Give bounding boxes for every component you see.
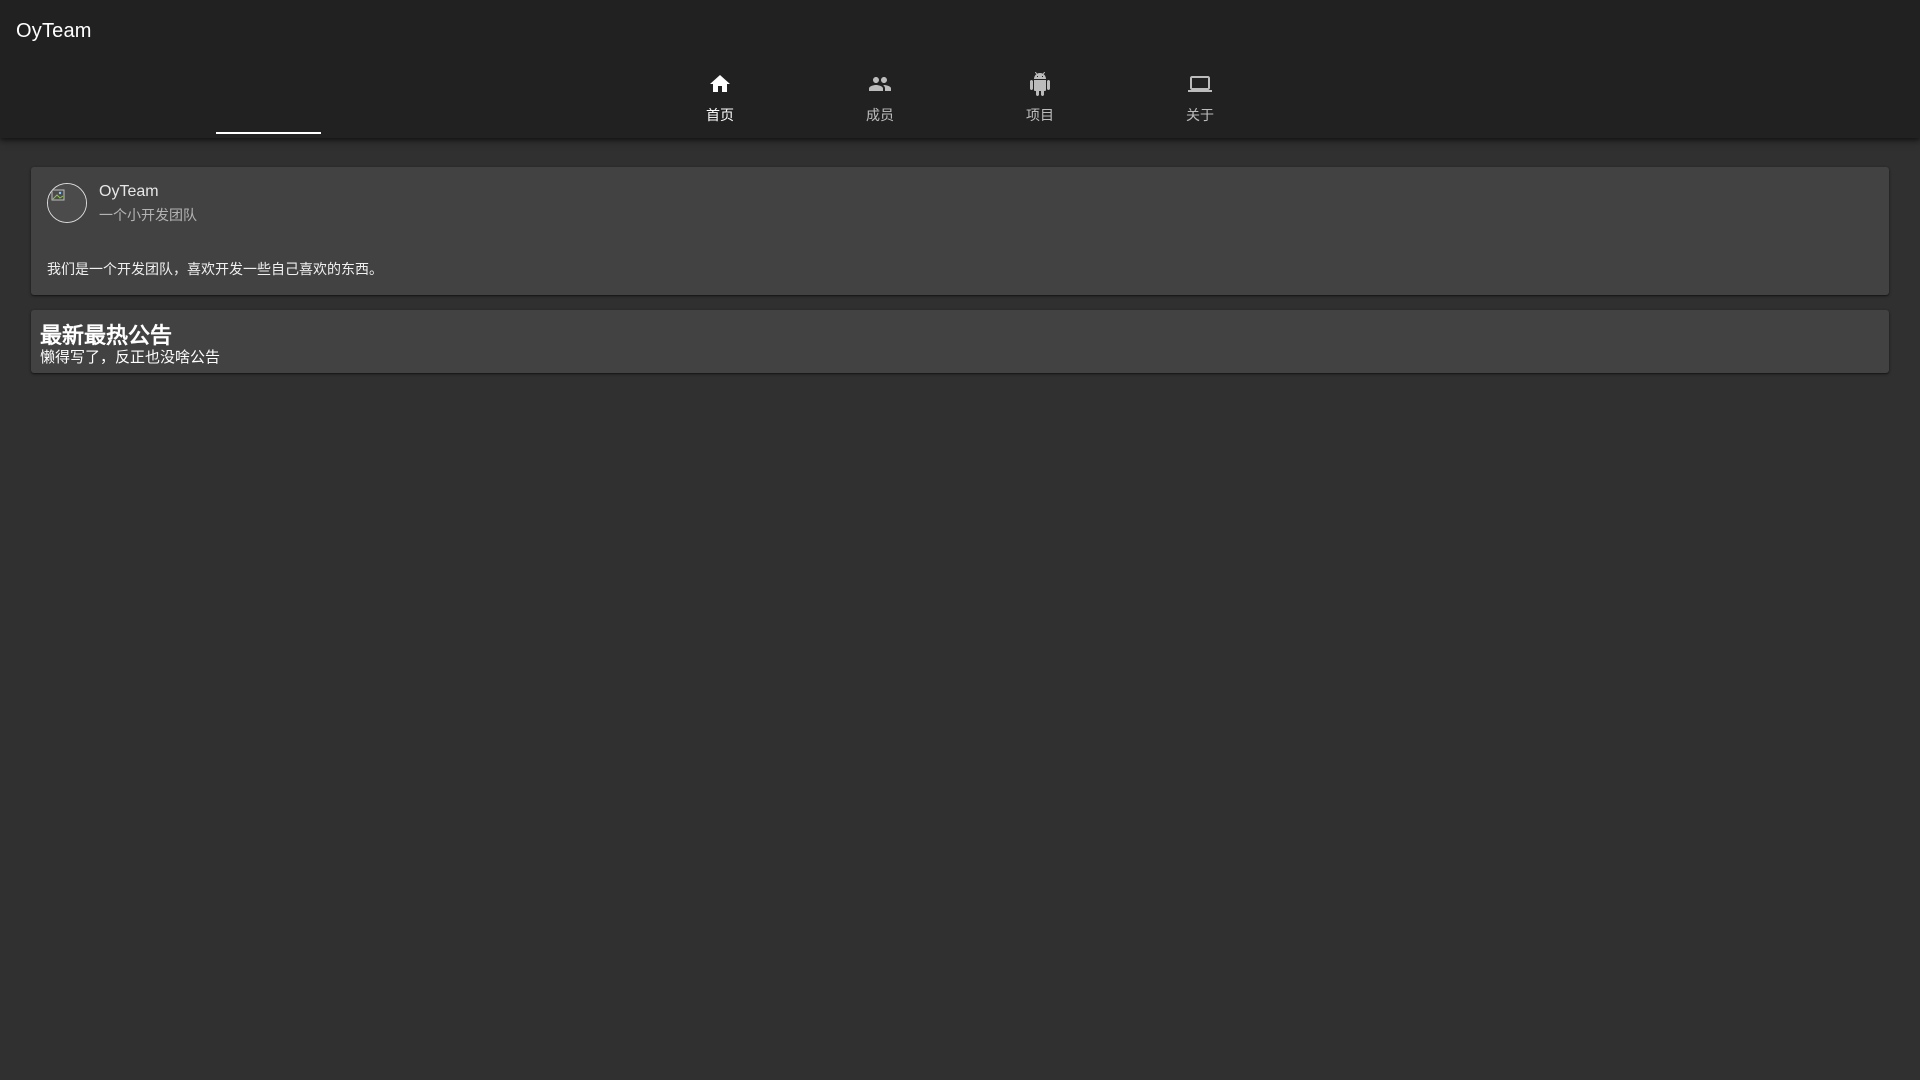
tab-label: 成员 [866, 107, 894, 123]
tab-indicator [216, 132, 321, 134]
android-icon [1028, 72, 1052, 96]
tab-label: 关于 [1186, 107, 1214, 123]
tab-label: 项目 [1026, 107, 1054, 123]
laptop-icon [1188, 72, 1212, 96]
card-title: OyTeam [99, 183, 159, 200]
people-icon [868, 72, 892, 96]
home-icon [708, 72, 732, 96]
card-text: 我们是一个开发团队，喜欢开发一些自己喜欢的东西。 [47, 261, 383, 277]
tab-home[interactable]: 首页 [640, 64, 800, 136]
app-bar: OyTeam 首页 成员 项目 关于 [0, 0, 1920, 138]
tab-members[interactable]: 成员 [800, 64, 960, 136]
card-subtitle: 一个小开发团队 [99, 207, 197, 223]
tab-bar: 首页 成员 项目 关于 [0, 64, 1920, 138]
notice-card [31, 310, 1889, 373]
notice-text: 懒得写了，反正也没啥公告 [40, 349, 221, 366]
tab-about[interactable]: 关于 [1120, 64, 1280, 136]
avatar [47, 183, 87, 223]
app-title: OyTeam [16, 20, 92, 42]
tab-label: 首页 [706, 107, 734, 123]
broken-image-avatar-icon [48, 184, 86, 222]
tab-projects[interactable]: 项目 [960, 64, 1120, 136]
